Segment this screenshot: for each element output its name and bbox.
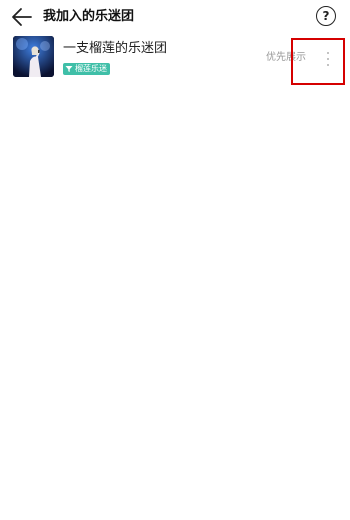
fan-group-item[interactable]: 一支榴莲的乐迷团 榴莲乐迷 优先展示 [0,36,350,82]
vertical-dots-icon [327,58,330,61]
arrow-left-icon [12,8,32,26]
page-title: 我加入的乐迷团 [43,9,135,24]
fan-tag-badge: 榴莲乐迷 [63,63,110,75]
question-circle-icon: ? [322,9,330,23]
back-button[interactable] [8,4,36,30]
vertical-dots-icon [327,52,330,55]
fan-tag-label: 榴莲乐迷 [75,64,107,73]
funnel-icon [65,66,73,72]
header: 我加入的乐迷团 ? [0,0,350,34]
more-options-button[interactable] [321,49,335,69]
fan-group-avatar [13,36,54,77]
priority-display-button[interactable]: 优先展示 [266,52,306,64]
joined-fan-groups-page: 我加入的乐迷团 ? 一支榴莲的乐迷团 榴莲乐迷 优先展示 [0,0,350,520]
vertical-dots-icon [327,64,330,67]
help-button[interactable]: ? [316,6,336,26]
fan-group-name: 一支榴莲的乐迷团 [63,41,168,56]
